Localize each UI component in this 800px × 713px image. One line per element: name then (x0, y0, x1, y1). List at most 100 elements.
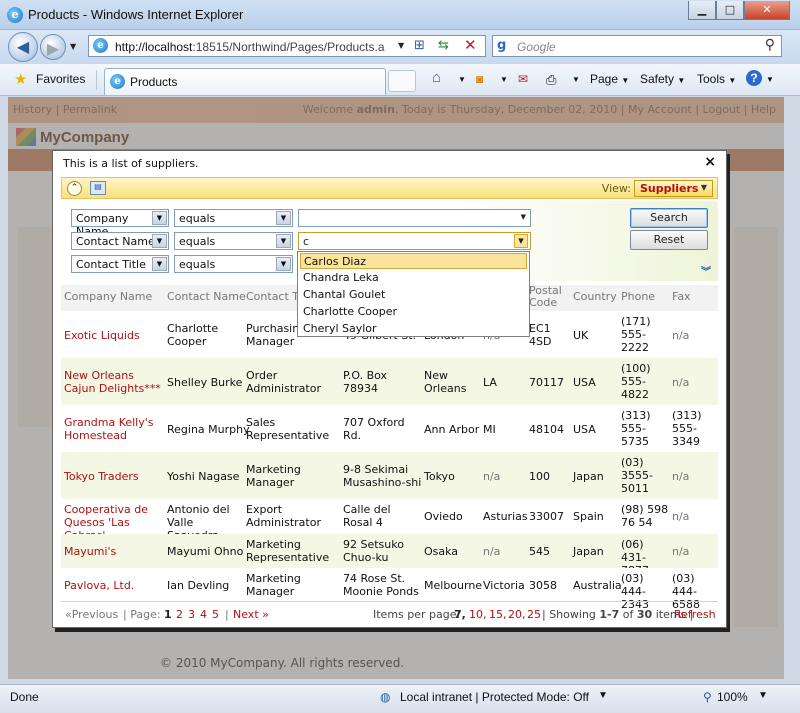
next-page-link[interactable]: Next » (233, 608, 269, 621)
new-record-icon[interactable]: ▤ (90, 181, 106, 195)
close-window-button[interactable]: ✕ (744, 1, 790, 20)
size-25-link[interactable]: 25 (527, 608, 541, 621)
chevron-down-icon: ▼ (677, 76, 686, 85)
tools-menu[interactable]: Tools ▼ (697, 72, 736, 86)
address-input[interactable]: e http://localhost:18515/Northwind/Pages… (88, 35, 486, 57)
minimize-button[interactable]: ▁ (688, 1, 716, 20)
address-dropdown-icon[interactable]: ▼ (398, 41, 404, 50)
page-2-link[interactable]: 2 (176, 608, 183, 621)
feeds-dropdown-icon[interactable]: ▼ (500, 75, 508, 84)
cell-city: Ann Arbor (424, 423, 480, 436)
filter-field-select-3[interactable]: Contact Title ▼ (71, 255, 169, 273)
cell-company[interactable]: Grandma Kelly's Homestead (64, 416, 164, 442)
favorites-button[interactable]: Favorites (36, 72, 85, 86)
size-15-link[interactable]: 15, (489, 608, 507, 621)
help-icon[interactable]: ? (746, 70, 762, 86)
expand-filter-icon[interactable]: ︾ (701, 263, 711, 278)
filter-operator-select-1[interactable]: equals ▼ (174, 209, 293, 227)
forward-arrow-icon[interactable]: ▶ (40, 34, 66, 60)
status-bar: Done ◍ Local intranet | Protected Mode: … (0, 684, 800, 713)
table-row[interactable]: Cooperativa de Quesos 'Las Cabras' Anton… (61, 499, 718, 542)
cell-contact: Ian Devling (167, 579, 230, 592)
cell-postal: 545 (529, 545, 550, 558)
maximize-button[interactable]: □ (716, 1, 744, 20)
zoom-level[interactable]: 100% (717, 690, 748, 704)
page-5-link[interactable]: 5 (212, 608, 219, 621)
search-button[interactable]: Search (630, 208, 708, 228)
suggestion-item[interactable]: Chantal Goulet (300, 287, 527, 303)
favorites-star-icon[interactable]: ★ (14, 70, 27, 88)
header-phone[interactable]: Phone (621, 291, 655, 303)
page-4-link[interactable]: 4 (200, 608, 207, 621)
previous-page-link[interactable]: «Previous (65, 608, 118, 621)
zoom-dropdown-icon[interactable]: ▼ (758, 690, 768, 701)
cell-company[interactable]: Pavlova, Ltd. (64, 579, 134, 592)
chevron-down-icon: ▼ (728, 76, 737, 85)
view-value: Suppliers (640, 182, 699, 195)
size-10-link[interactable]: 10, (469, 608, 487, 621)
cell-company[interactable]: Exotic Liquids (64, 329, 140, 342)
refresh-icon[interactable]: ⇆ (438, 38, 449, 53)
close-icon[interactable]: × (704, 154, 716, 170)
mail-icon[interactable]: ✉ (518, 72, 528, 86)
compatibility-icon[interactable]: ⊞ (414, 38, 425, 53)
view-selector[interactable]: Suppliers ▼ (634, 180, 713, 197)
header-fax[interactable]: Fax (672, 291, 691, 303)
cell-postal: 100 (529, 470, 550, 483)
suggestion-item[interactable]: Carlos Diaz (300, 253, 527, 269)
suggestion-item[interactable]: Charlotte Cooper (300, 304, 527, 320)
filter-value-combo-2[interactable]: c ▼ (298, 232, 531, 250)
stop-icon[interactable]: ✕ (464, 36, 477, 54)
safety-menu[interactable]: Safety ▼ (640, 72, 685, 86)
cell-company[interactable]: Mayumi's (64, 545, 116, 558)
home-icon[interactable]: ⌂ (432, 69, 441, 86)
items-per-page-label: Items per page: (373, 608, 461, 621)
cell-phone: (171) 555-2222 (621, 315, 651, 354)
table-row[interactable]: Pavlova, Ltd. Ian Devling Marketing Mana… (61, 568, 718, 611)
home-dropdown-icon[interactable]: ▼ (458, 75, 466, 84)
print-icon[interactable]: ⎙ (546, 72, 556, 88)
cell-company[interactable]: Tokyo Traders (64, 470, 139, 483)
cell-address: 9-8 Sekimai Musashino-shi (343, 463, 422, 489)
refresh-link[interactable]: Refresh (674, 608, 716, 621)
page-3-link[interactable]: 3 (188, 608, 195, 621)
table-row[interactable]: Tokyo Traders Yoshi Nagase Marketing Man… (61, 452, 718, 499)
header-country[interactable]: Country (573, 291, 617, 303)
header-contact-title[interactable]: Contact Ti (246, 291, 302, 303)
tab-products[interactable]: e Products (104, 68, 386, 95)
filter-operator-select-3[interactable]: equals ▼ (174, 255, 293, 273)
collapse-filter-icon[interactable]: ⌃ (67, 181, 82, 196)
suggestion-item[interactable]: Chandra Leka (300, 270, 527, 286)
suggestion-item[interactable]: Cheryl Saylor (300, 321, 527, 337)
size-7-link[interactable]: 7, (454, 608, 466, 621)
cell-phone: (100) 555-4822 (621, 362, 651, 401)
header-contact-name[interactable]: Contact Name (167, 291, 246, 303)
filter-field-select-1[interactable]: Company Name▼ (71, 209, 169, 238)
cell-region: n/a (483, 545, 501, 558)
search-icon[interactable]: ⚲ (765, 37, 775, 53)
help-dropdown-icon[interactable]: ▼ (766, 75, 774, 84)
page-menu[interactable]: Page ▼ (590, 72, 629, 86)
cell-company[interactable]: New Orleans Cajun Delights*** (64, 369, 164, 395)
search-input[interactable]: g Google ⚲ (492, 35, 782, 57)
filter-operator-select-2[interactable]: equals ▼ (174, 232, 293, 250)
header-company-name[interactable]: Company Name (64, 291, 152, 303)
zone-dropdown-icon[interactable]: ▼ (598, 690, 608, 701)
table-row[interactable]: New Orleans Cajun Delights*** Shelley Bu… (61, 358, 718, 405)
table-row[interactable]: Grandma Kelly's Homestead Regina Murphy … (61, 405, 718, 452)
page-1-link[interactable]: 1 (164, 608, 172, 621)
feeds-icon[interactable]: ◙ (476, 72, 483, 86)
new-tab-button[interactable] (388, 70, 416, 92)
table-row[interactable]: Mayumi's Mayumi Ohno Marketing Represent… (61, 534, 718, 577)
header-postal-code[interactable]: Postal Code (529, 285, 562, 309)
history-dropdown-icon[interactable]: ▼ (70, 42, 76, 51)
cell-country: UK (573, 329, 589, 342)
zone-text[interactable]: Local intranet | Protected Mode: Off (400, 690, 589, 704)
back-arrow-icon[interactable]: ◀ (8, 32, 38, 62)
print-dropdown-icon[interactable]: ▼ (572, 75, 580, 84)
reset-button[interactable]: Reset (630, 230, 708, 250)
size-20-link[interactable]: 20, (508, 608, 526, 621)
filter-field-select-2[interactable]: Contact Name ▼ (71, 232, 169, 250)
filter-value-combo-1[interactable]: ▼ (298, 209, 531, 227)
cell-city: Tokyo (424, 470, 455, 483)
